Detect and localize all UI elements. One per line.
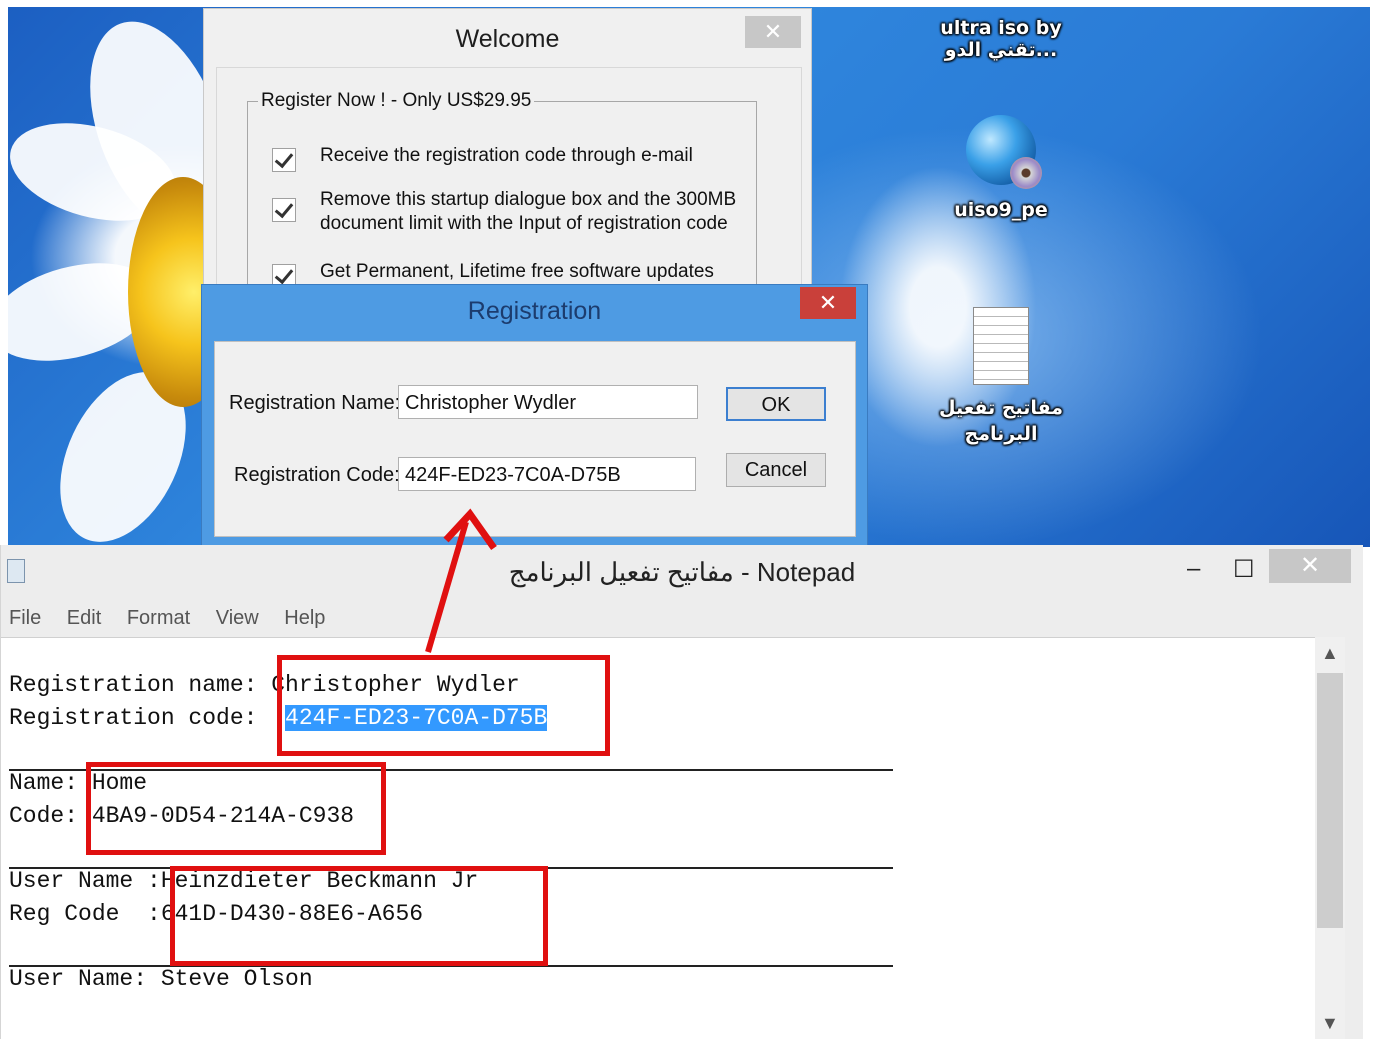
- arrow-head: [443, 508, 497, 551]
- arrow-shaft: [425, 521, 469, 653]
- annotation-arrow: [425, 508, 497, 653]
